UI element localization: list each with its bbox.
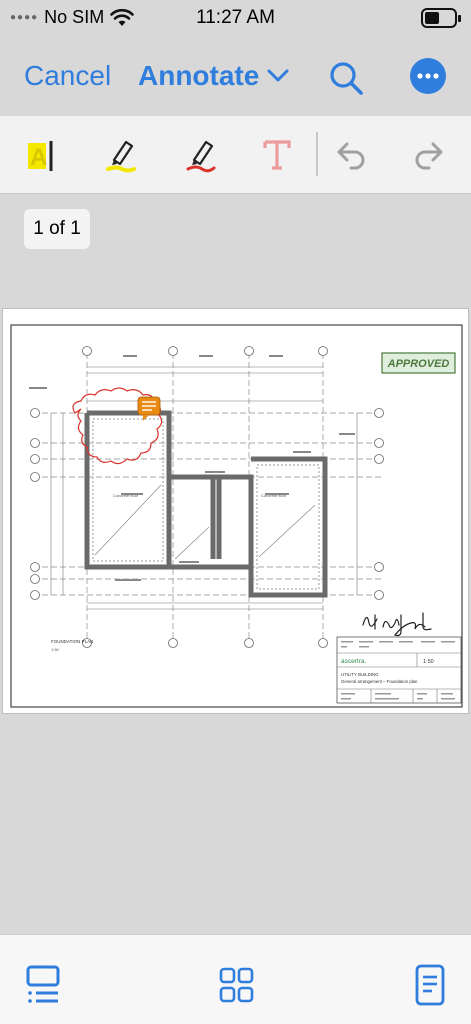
text-highlight-icon: A [28, 141, 53, 171]
highlighter-tool[interactable] [100, 134, 142, 176]
page-indicator: 1 of 1 [24, 209, 90, 249]
floor-plan-drawing: Concrete floor Concrete floor APPROVED F… [10, 324, 463, 708]
pen-tool[interactable] [180, 134, 222, 176]
redo-button[interactable] [408, 134, 450, 176]
signature [362, 612, 432, 637]
highlighter-icon [106, 140, 136, 173]
plan-title: FOUNDATION PLAN [51, 639, 93, 644]
search-icon[interactable] [328, 60, 364, 96]
annotation-toolbar: A [0, 116, 471, 194]
text-highlight-tool[interactable]: A [20, 134, 62, 176]
toolbar-divider [316, 132, 318, 176]
battery-icon [421, 8, 461, 28]
grid-view-icon[interactable] [216, 963, 256, 1007]
comment-icon[interactable] [137, 396, 161, 421]
redo-icon [415, 142, 443, 170]
approved-stamp: APPROVED [381, 352, 456, 374]
navigation-bar: Cancel Annotate [0, 38, 471, 116]
undo-icon [337, 142, 365, 170]
nav-title-label: Annotate [138, 60, 260, 91]
approved-stamp-label: APPROVED [387, 358, 450, 370]
drawing-scale: 1:50 [423, 659, 434, 665]
pen-icon [186, 140, 216, 173]
plan-scale: 1:50 [51, 647, 60, 652]
drawing-title: General arrangement – Foundation plan [341, 679, 418, 684]
document-page[interactable]: Concrete floor Concrete floor APPROVED F… [2, 308, 469, 714]
annotate-menu-button[interactable]: Annotate [138, 60, 289, 92]
bottom-toolbar [0, 934, 471, 1024]
company-name: ascertra. [341, 658, 366, 665]
outline-view-icon[interactable] [24, 963, 64, 1007]
svg-text:A: A [30, 144, 47, 171]
page-view-icon[interactable] [410, 963, 450, 1007]
clock: 11:27 AM [196, 7, 275, 28]
chevron-down-icon [267, 69, 289, 82]
cancel-button[interactable]: Cancel [24, 60, 111, 92]
undo-button[interactable] [330, 134, 372, 176]
text-icon [263, 140, 291, 170]
more-options-icon[interactable] [410, 58, 446, 94]
project-name: UTILITY BUILDING [341, 672, 379, 677]
text-tool[interactable] [256, 134, 298, 176]
status-bar: ●●●● No SIM 11:27 AM [0, 0, 471, 38]
title-block: ascertra. 1:50 UTILITY BUILDING General … [336, 636, 462, 704]
room-label-left: Concrete floor [113, 493, 139, 498]
room-label-right: Concrete floor [261, 493, 287, 498]
